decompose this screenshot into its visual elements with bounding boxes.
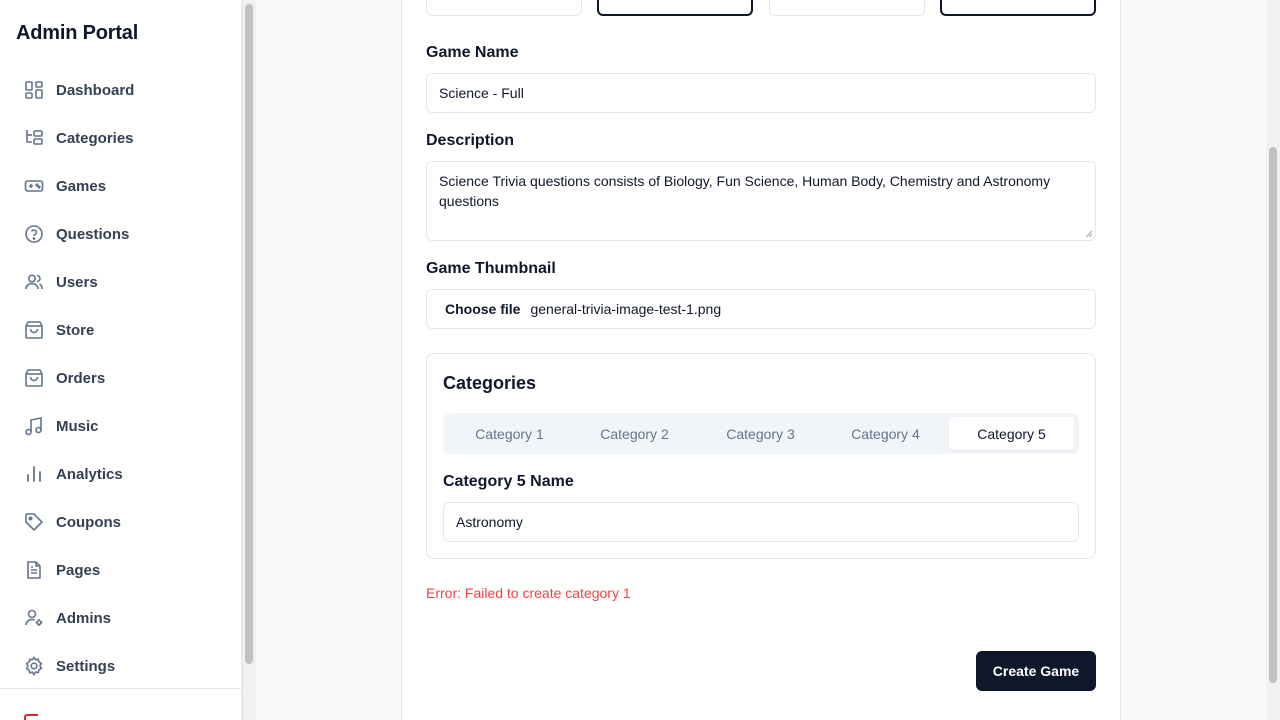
gear-icon xyxy=(24,656,44,676)
game-name-label: Game Name xyxy=(426,44,519,61)
sidebar-item-users[interactable]: Users xyxy=(24,270,98,294)
tab-category-5[interactable]: Category 5 xyxy=(949,417,1074,450)
top-button-4[interactable] xyxy=(940,0,1096,16)
sidebar-item-label: Categories xyxy=(56,129,134,147)
sidebar-scrollbar-thumb[interactable] xyxy=(245,4,253,664)
top-button-2[interactable] xyxy=(597,0,753,16)
sidebar-item-settings[interactable]: Settings xyxy=(24,654,115,678)
description-value: Science Trivia questions consists of Bio… xyxy=(439,173,1051,209)
sidebar: Admin Portal Dashboard Categories Games … xyxy=(0,0,242,720)
sidebar-item-pages[interactable]: Pages xyxy=(24,558,100,582)
sidebar-item-analytics[interactable]: Analytics xyxy=(24,462,123,486)
sidebar-item-dashboard[interactable]: Dashboard xyxy=(24,78,134,102)
sidebar-item-label: Settings xyxy=(56,657,116,675)
category-name-label: Category 5 Name xyxy=(443,473,574,490)
sidebar-item-categories[interactable]: Categories xyxy=(24,126,134,150)
app-title: Admin Portal xyxy=(16,22,139,44)
sidebar-item-orders[interactable]: Orders xyxy=(24,366,105,390)
sidebar-item-label: Music xyxy=(56,417,99,435)
tab-category-3[interactable]: Category 3 xyxy=(698,417,823,450)
top-button-1[interactable] xyxy=(426,0,582,16)
sidebar-item-label: Pages xyxy=(56,561,101,579)
sidebar-item-label: Questions xyxy=(56,225,130,243)
sidebar-divider xyxy=(0,688,241,689)
create-game-button[interactable]: Create Game xyxy=(976,651,1096,691)
thumbnail-file-input[interactable]: Choose file general-trivia-image-test-1.… xyxy=(426,289,1096,329)
game-name-value: Science - Full xyxy=(439,85,524,101)
gamepad-icon xyxy=(24,176,44,196)
sidebar-item-label: Dashboard xyxy=(56,81,135,99)
category-tabs: Category 1 Category 2 Category 3 Categor… xyxy=(443,413,1079,454)
game-name-input[interactable]: Science - Full xyxy=(426,73,1096,113)
file-text-icon xyxy=(24,560,44,580)
sidebar-item-label: Store xyxy=(56,321,95,339)
description-textarea[interactable]: Science Trivia questions consists of Bio… xyxy=(426,161,1096,241)
shopping-bag-icon xyxy=(24,320,44,340)
top-button-3[interactable] xyxy=(769,0,925,16)
sidebar-item-questions[interactable]: Questions xyxy=(24,222,129,246)
resize-grip-icon[interactable] xyxy=(1085,230,1093,238)
user-cog-icon xyxy=(24,608,44,628)
tab-category-4[interactable]: Category 4 xyxy=(823,417,948,450)
dashboard-icon xyxy=(24,80,44,100)
category-name-input[interactable]: Astronomy xyxy=(443,502,1079,542)
sidebar-item-label: Coupons xyxy=(56,513,121,531)
thumbnail-label: Game Thumbnail xyxy=(426,260,556,277)
tab-category-1[interactable]: Category 1 xyxy=(447,417,572,450)
description-label: Description xyxy=(426,132,515,149)
page-scrollbar-thumb[interactable] xyxy=(1269,147,1277,683)
tag-icon xyxy=(24,512,44,532)
logout-icon[interactable] xyxy=(24,714,38,720)
sidebar-item-store[interactable]: Store xyxy=(24,318,94,342)
category-name-value: Astronomy xyxy=(456,514,523,530)
error-message: Error: Failed to create category 1 xyxy=(426,585,631,601)
shopping-bag-icon xyxy=(24,368,44,388)
sidebar-item-coupons[interactable]: Coupons xyxy=(24,510,121,534)
categories-title: Categories xyxy=(443,373,537,393)
sidebar-item-label: Orders xyxy=(56,369,106,387)
sidebar-item-music[interactable]: Music xyxy=(24,414,99,438)
question-circle-icon xyxy=(24,224,44,244)
sidebar-item-admins[interactable]: Admins xyxy=(24,606,111,630)
sidebar-item-label: Users xyxy=(56,273,98,291)
tab-category-2[interactable]: Category 2 xyxy=(572,417,697,450)
music-icon xyxy=(24,416,44,436)
bar-chart-icon xyxy=(24,464,44,484)
choose-file-button[interactable]: Choose file xyxy=(445,301,520,317)
categories-icon xyxy=(24,128,44,148)
sidebar-item-label: Analytics xyxy=(56,465,123,483)
sidebar-item-label: Admins xyxy=(56,609,112,627)
users-icon xyxy=(24,272,44,292)
sidebar-item-label: Games xyxy=(56,177,107,195)
sidebar-item-games[interactable]: Games xyxy=(24,174,106,198)
file-name: general-trivia-image-test-1.png xyxy=(530,301,722,317)
